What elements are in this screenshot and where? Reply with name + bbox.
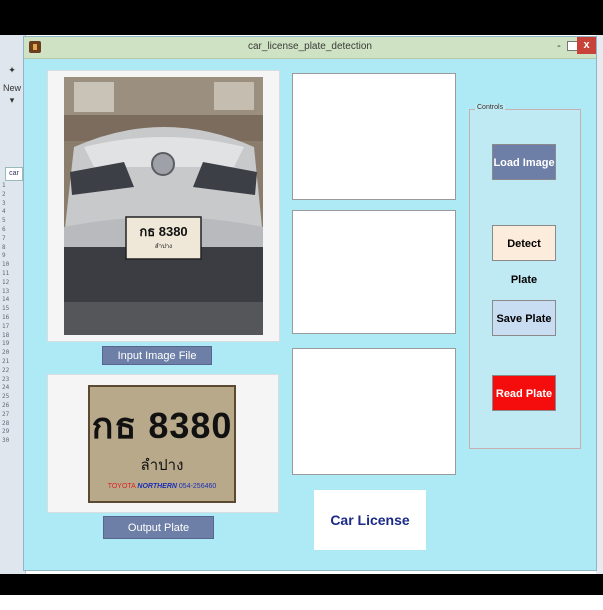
minimize-button[interactable]: - — [552, 39, 566, 53]
letterbox-bottom — [0, 574, 603, 595]
line-numbers: 1 2 3 4 5 6 7 8 9 10 11 12 13 14 15 16 17 18 19 20 21 22 23 24 2… — [2, 182, 22, 446]
line-number: 16 — [2, 313, 10, 321]
output-plate-image: กธ 8380 ลำปาง TOYOTA NORTHERN 054-256460 — [88, 385, 236, 503]
line-number: 29 — [2, 428, 10, 436]
line-number: 7 — [2, 234, 6, 242]
dealer-name: NORTHERN — [137, 483, 177, 490]
input-car-image: กธ 8380 ลำปาง — [64, 77, 263, 335]
input-image-panel: กธ 8380 ลำปาง — [47, 70, 280, 342]
dealer-brand: TOYOTA — [107, 483, 136, 490]
save-plate-button[interactable]: Save Plate — [492, 300, 556, 336]
new-script-icon[interactable]: ✦ — [3, 65, 21, 81]
dealer-phone: 054-256460 — [178, 483, 217, 490]
line-number: 21 — [2, 357, 10, 365]
app-window: car_license_plate_detection - x กธ 8380 … — [23, 36, 597, 588]
line-number: 15 — [2, 305, 10, 313]
line-number: 2 — [2, 190, 6, 198]
detect-plate-button[interactable]: Detect Plate — [492, 225, 556, 286]
output-plate-caption: Output Plate — [103, 516, 214, 539]
controls-legend: Controls — [475, 104, 506, 111]
chevron-down-icon[interactable]: ▾ — [3, 95, 21, 111]
load-image-button[interactable]: Load Image — [492, 144, 556, 180]
line-number: 23 — [2, 375, 10, 383]
line-number: 17 — [2, 322, 10, 330]
line-number: 28 — [2, 419, 10, 427]
title-bar: car_license_plate_detection - x — [24, 37, 596, 59]
line-number: 24 — [2, 384, 10, 392]
editor-tab[interactable]: car — [5, 167, 23, 181]
line-number: 5 — [2, 217, 6, 225]
processing-axes-1 — [292, 73, 456, 200]
line-number: 9 — [2, 252, 6, 260]
processing-axes-2 — [292, 210, 456, 334]
line-number: 1 — [2, 182, 6, 189]
processing-axes-3 — [292, 348, 456, 475]
line-number: 4 — [2, 208, 6, 216]
line-number: 18 — [2, 331, 10, 339]
line-number: 27 — [2, 410, 10, 418]
line-number: 22 — [2, 366, 10, 374]
window-title: car_license_plate_detection — [248, 41, 372, 52]
line-number: 11 — [2, 269, 10, 277]
output-plate-panel: กธ 8380 ลำปาง TOYOTA NORTHERN 054-256460 — [47, 374, 279, 513]
input-plate-subtext: ลำปาง — [154, 244, 173, 250]
line-number: 12 — [2, 278, 10, 286]
line-number: 8 — [2, 243, 6, 251]
line-number: 19 — [2, 340, 10, 348]
input-image-caption: Input Image File — [102, 346, 212, 365]
brand-title: Car License Plate — [314, 490, 426, 588]
letterbox-top — [0, 0, 603, 35]
input-plate-text: กธ 8380 — [139, 224, 188, 239]
editor-right-edge — [596, 35, 603, 574]
line-number: 10 — [2, 261, 10, 269]
line-number: 25 — [2, 393, 10, 401]
line-number: 26 — [2, 401, 10, 409]
line-number: 20 — [2, 349, 10, 357]
output-plate-number: กธ 8380 — [91, 405, 233, 446]
line-number: 14 — [2, 296, 10, 304]
read-plate-button[interactable]: Read Plate — [492, 375, 556, 411]
close-button[interactable]: x — [577, 37, 596, 54]
line-number: 3 — [2, 199, 6, 207]
line-number: 30 — [2, 437, 10, 445]
output-plate-province: ลำปาง — [140, 457, 184, 474]
line-number: 13 — [2, 287, 10, 295]
output-plate-dealer: TOYOTA NORTHERN 054-256460 — [92, 483, 232, 490]
line-number: 6 — [2, 225, 6, 233]
